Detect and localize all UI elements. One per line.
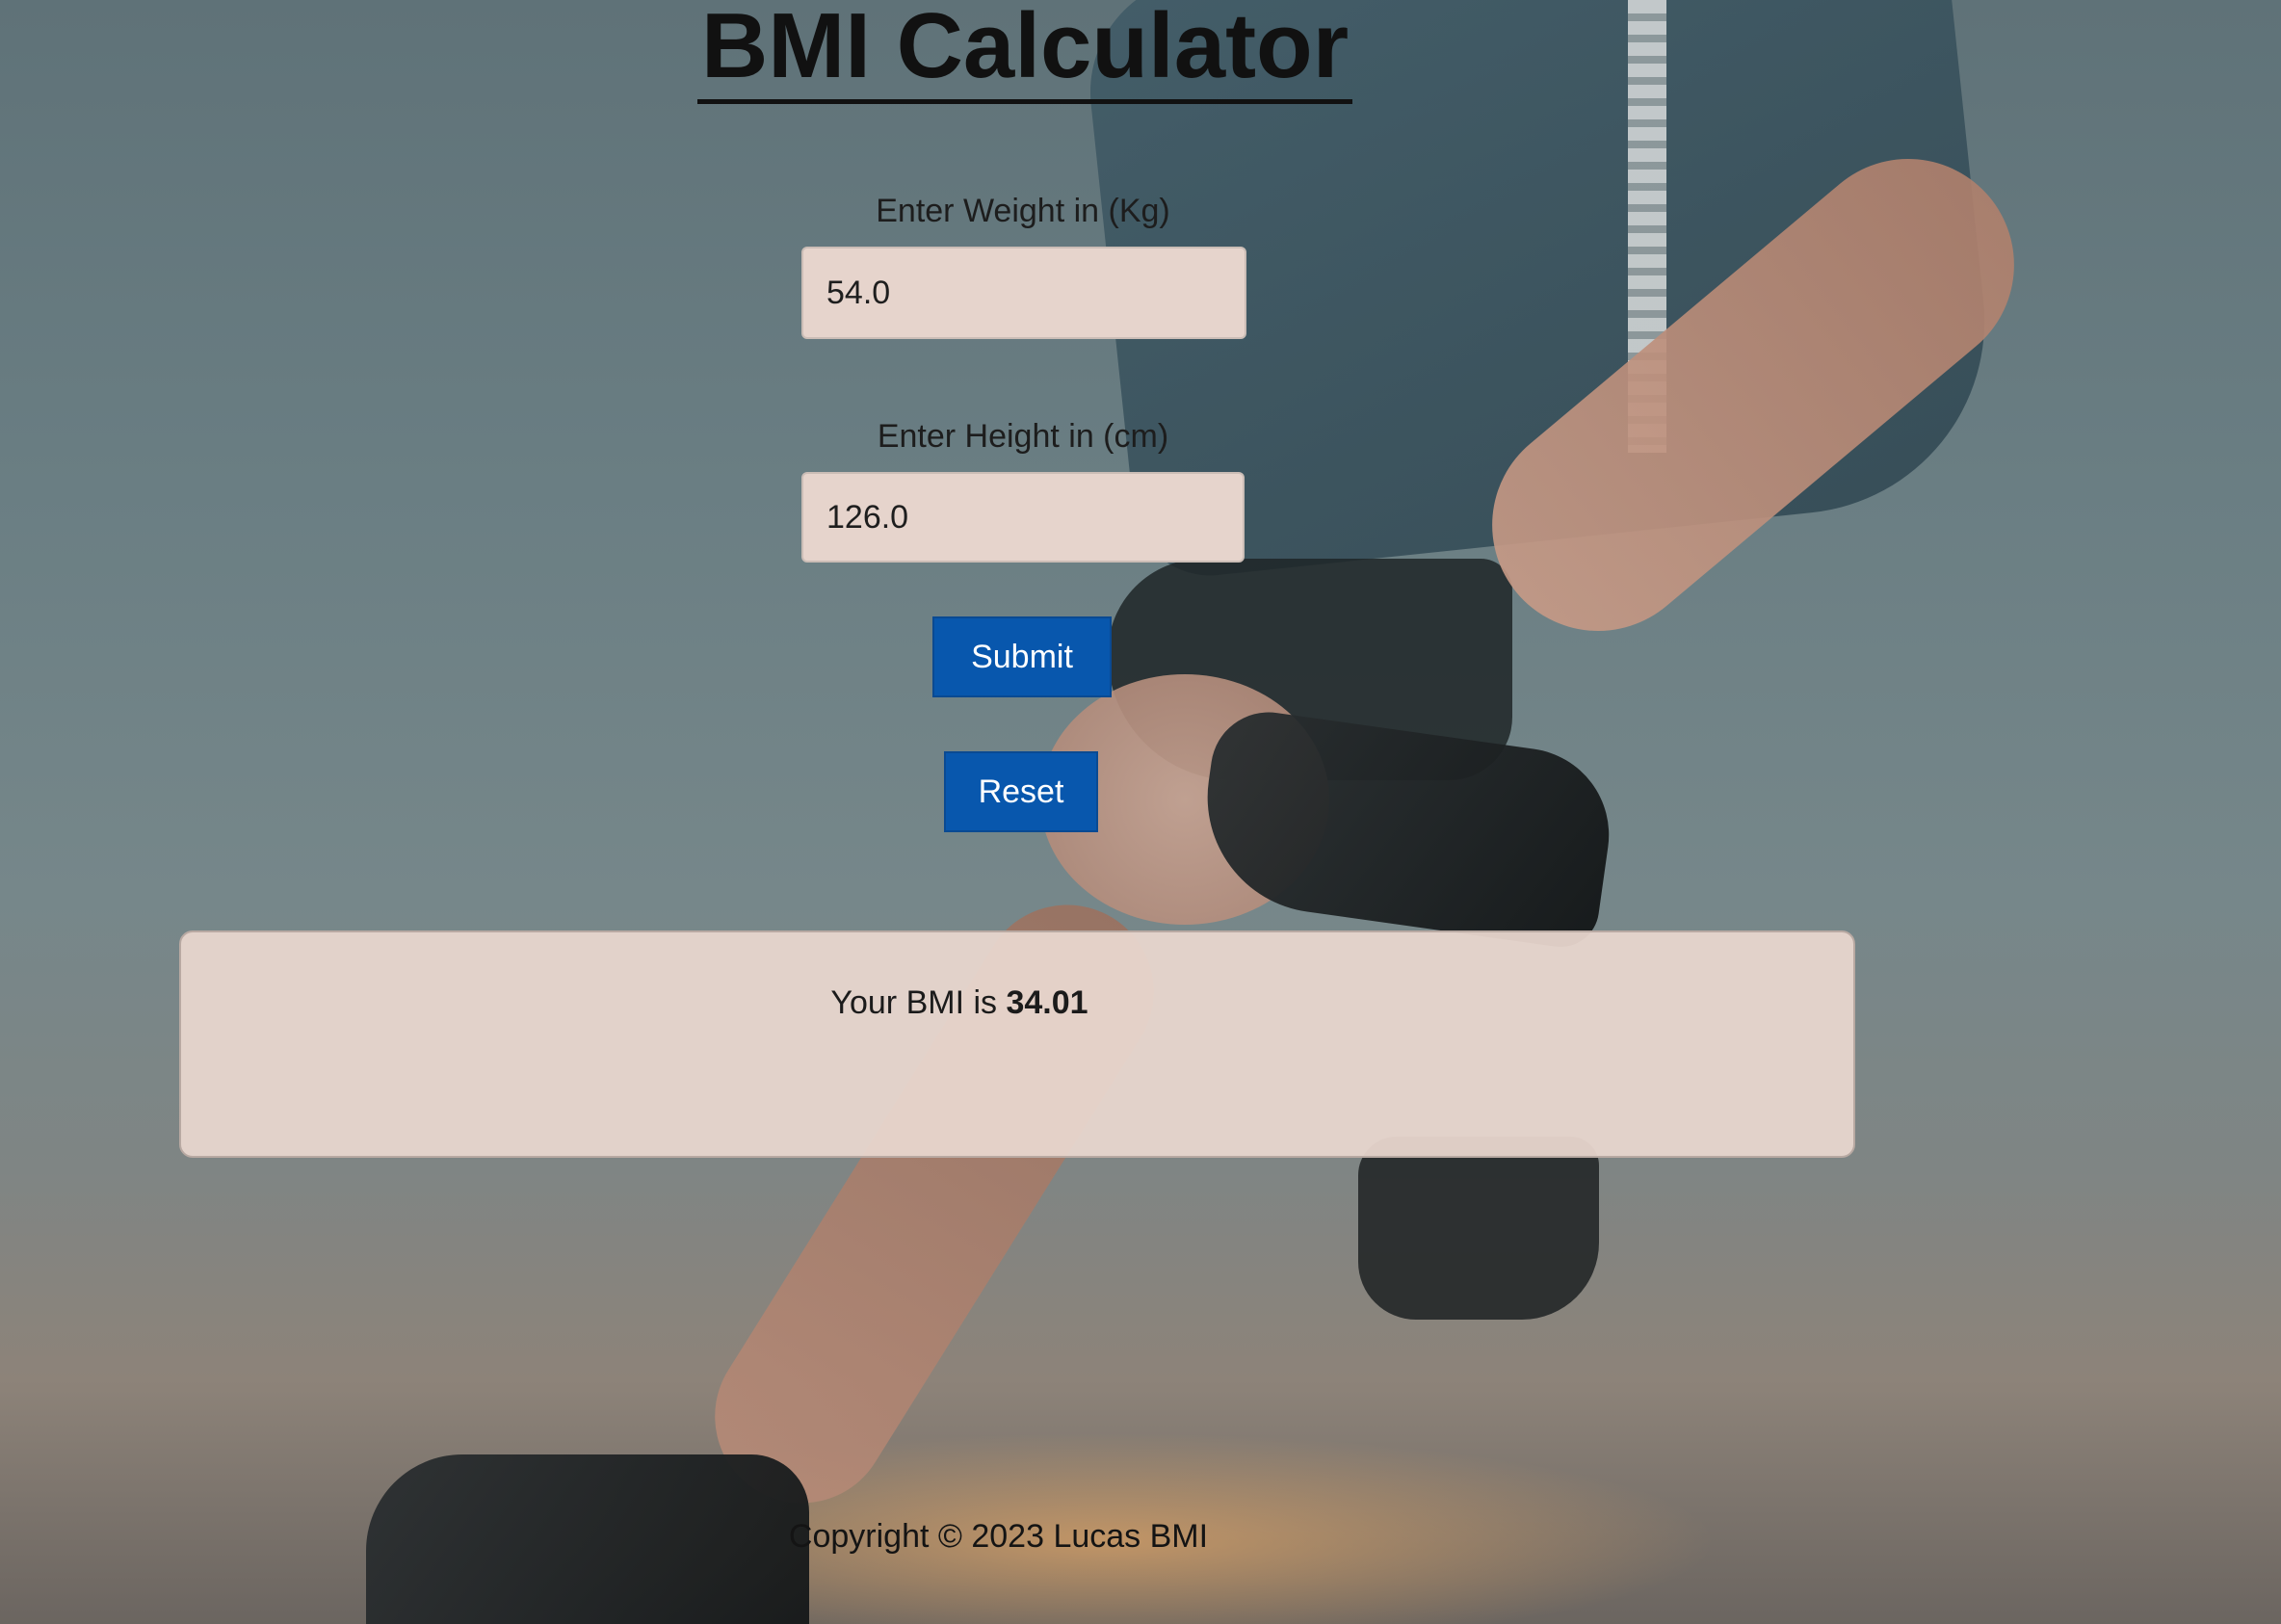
background-runner-shoe <box>1193 704 1620 953</box>
bmi-page: BMI Calculator Enter Weight in (Kg) Ente… <box>0 0 2281 1624</box>
reset-button[interactable]: Reset <box>944 751 1098 832</box>
height-label: Enter Height in (cm) <box>877 418 1169 455</box>
background-runner-shorts <box>1108 559 1512 780</box>
submit-button[interactable]: Submit <box>932 616 1112 697</box>
bmi-result-prefix: Your BMI is <box>830 984 998 1021</box>
bmi-value: 34.01 <box>1006 984 1088 1021</box>
height-input[interactable] <box>801 472 1245 563</box>
weight-label: Enter Weight in (Kg) <box>876 193 1170 229</box>
weight-input[interactable] <box>801 247 1246 339</box>
result-panel: Your BMI is 34.01 <box>179 930 1855 1158</box>
background-runner-heel <box>1358 1137 1599 1320</box>
background-runner-leg <box>1449 116 2058 674</box>
page-title: BMI Calculator <box>0 0 2281 104</box>
bmi-result: Your BMI is 34.01 <box>181 984 1853 1022</box>
copyright-footer: Copyright © 2023 Lucas BMI <box>788 1518 1209 1555</box>
